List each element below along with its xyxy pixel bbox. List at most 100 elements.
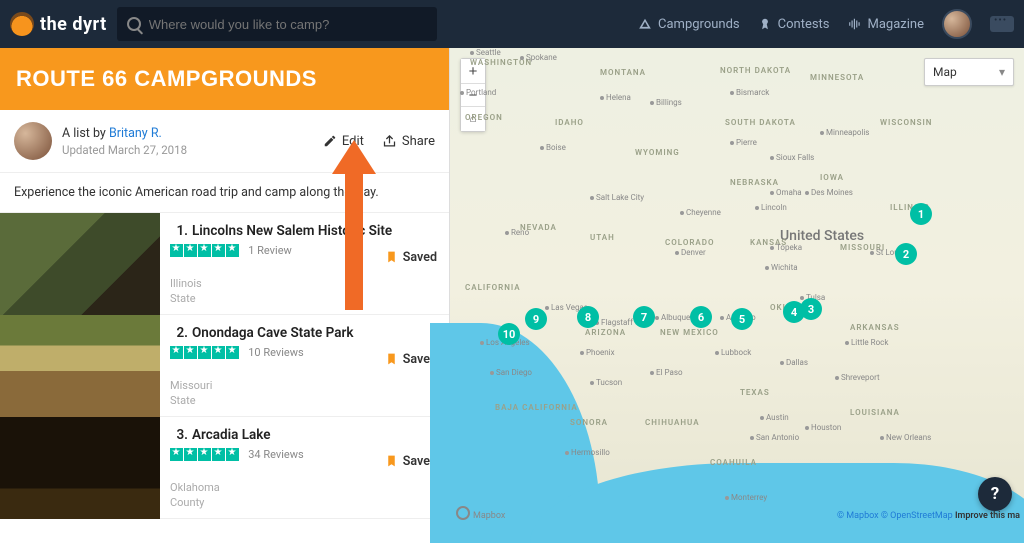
map-pin[interactable]: 8 xyxy=(577,306,599,328)
share-label: Share xyxy=(402,134,435,149)
share-button[interactable]: Share xyxy=(382,134,435,149)
campground-title: 1.Lincolns New Salem Historic Site xyxy=(170,223,439,239)
city-label: Cheyenne xyxy=(680,208,721,217)
pencil-icon xyxy=(323,134,337,148)
city-label: Helena xyxy=(600,93,631,102)
tent-icon xyxy=(638,17,652,31)
edit-button[interactable]: Edit xyxy=(323,134,364,149)
campground-location: OklahomaCounty xyxy=(170,480,439,511)
city-label: Topeka xyxy=(770,243,802,252)
attrib-improve[interactable]: Improve this ma xyxy=(955,511,1020,521)
updated-date: Updated March 27, 2018 xyxy=(62,143,187,157)
ribbon-icon xyxy=(758,17,772,31)
city-label: Seattle xyxy=(470,48,501,57)
sound-icon xyxy=(848,17,862,31)
city-label: Sioux Falls xyxy=(770,153,814,162)
search-input[interactable] xyxy=(149,17,427,32)
state-label: LOUISIANA xyxy=(850,408,900,417)
state-label: COAHUILA xyxy=(710,458,757,467)
state-label: TEXAS xyxy=(740,388,770,397)
list-item[interactable]: 3.Arcadia Lake 34 Reviews OklahomaCounty… xyxy=(0,417,449,519)
city-label: New Orleans xyxy=(880,433,931,442)
city-label: Shreveport xyxy=(835,373,880,382)
list-item[interactable]: 1.Lincolns New Salem Historic Site 1 Rev… xyxy=(0,213,449,315)
map-pin[interactable]: 6 xyxy=(690,306,712,328)
state-label: UTAH xyxy=(590,233,615,242)
city-label: El Paso xyxy=(650,368,683,377)
state-label: MINNESOTA xyxy=(810,73,864,82)
brand-logo[interactable]: the dyrt xyxy=(10,12,107,36)
ocean-shape xyxy=(530,463,1024,543)
nav-contests[interactable]: Contests xyxy=(758,17,830,32)
map-pin[interactable]: 5 xyxy=(731,308,753,330)
city-label: Salt Lake City xyxy=(590,193,644,202)
byline: A list by Britany R. xyxy=(62,126,187,141)
campground-title: 2.Onondaga Cave State Park xyxy=(170,325,439,341)
city-label: Dallas xyxy=(780,358,808,367)
map-pin[interactable]: 10 xyxy=(498,323,520,345)
search-box[interactable] xyxy=(117,7,437,41)
city-label: Spokane xyxy=(520,53,557,62)
brand-name: the dyrt xyxy=(40,14,107,35)
city-label: Wichita xyxy=(765,263,798,272)
stars-icon xyxy=(170,448,239,461)
map-pin[interactable]: 4 xyxy=(783,301,805,323)
city-label: Billings xyxy=(650,98,682,107)
state-label: WYOMING xyxy=(635,148,680,157)
nav-contests-label: Contests xyxy=(778,17,830,32)
city-label: Bismarck xyxy=(730,88,769,97)
city-label: Lubbock xyxy=(715,348,751,357)
city-label: Phoenix xyxy=(580,348,615,357)
city-label: Des Moines xyxy=(805,188,853,197)
city-label: Omaha xyxy=(770,188,802,197)
state-label: NEBRASKA xyxy=(730,178,779,187)
review-count: 34 Reviews xyxy=(248,448,303,461)
nav-campgrounds[interactable]: Campgrounds xyxy=(638,17,740,32)
campground-thumb xyxy=(0,417,160,519)
map-type-select[interactable]: Map xyxy=(924,58,1014,86)
city-label: Monterrey xyxy=(725,493,767,502)
state-label: WISCONSIN xyxy=(880,118,932,127)
city-label: Houston xyxy=(805,423,841,432)
author-link[interactable]: Britany R. xyxy=(109,126,162,141)
city-label: Flagstaff xyxy=(595,318,633,327)
help-button[interactable]: ? xyxy=(978,477,1012,511)
map-pin[interactable]: 9 xyxy=(525,308,547,330)
chat-icon[interactable] xyxy=(990,16,1014,32)
state-label: NEW MEXICO xyxy=(660,328,719,337)
map-panel[interactable]: United States + − ⌂ Map ? Mapbox © Mapbo… xyxy=(450,48,1024,523)
state-label: BAJA CALIFORNIA xyxy=(495,403,578,412)
city-label: Minneapolis xyxy=(820,128,869,137)
edit-label: Edit xyxy=(342,134,364,149)
top-bar: the dyrt Campgrounds Contests Magazine xyxy=(0,0,1024,48)
page-title: ROUTE 66 CAMPGROUNDS xyxy=(0,48,449,110)
city-label: San Antonio xyxy=(750,433,799,442)
bookmark-icon xyxy=(385,249,398,265)
country-label: United States xyxy=(780,228,864,244)
state-label: IOWA xyxy=(820,173,844,182)
map-pin[interactable]: 2 xyxy=(895,243,917,265)
attrib-osm[interactable]: © OpenStreetMap xyxy=(881,511,953,521)
city-label: San Diego xyxy=(490,368,532,377)
state-label: CHIHUAHUA xyxy=(645,418,700,427)
attrib-mapbox[interactable]: © Mapbox xyxy=(837,511,879,521)
logo-icon xyxy=(10,12,34,36)
list-meta: A list by Britany R. Updated March 27, 2… xyxy=(0,110,449,173)
city-label: Hermosillo xyxy=(565,448,610,457)
author-avatar[interactable] xyxy=(14,122,52,160)
user-avatar[interactable] xyxy=(942,9,972,39)
city-label: Boise xyxy=(540,143,566,152)
state-label: ARKANSAS xyxy=(850,323,900,332)
list-item[interactable]: 2.Onondaga Cave State Park 10 Reviews Mi… xyxy=(0,315,449,417)
map-pin[interactable]: 1 xyxy=(910,203,932,225)
state-label: MONTANA xyxy=(600,68,646,77)
left-panel: ROUTE 66 CAMPGROUNDS A list by Britany R… xyxy=(0,48,450,523)
city-label: Reno xyxy=(505,228,529,237)
map-pin[interactable]: 7 xyxy=(633,306,655,328)
saved-badge[interactable]: Saved xyxy=(385,249,437,265)
campground-title: 3.Arcadia Lake xyxy=(170,427,439,443)
nav-campgrounds-label: Campgrounds xyxy=(658,17,740,32)
review-count: 1 Review xyxy=(248,244,292,257)
nav-magazine[interactable]: Magazine xyxy=(848,17,924,32)
city-label: Lincoln xyxy=(755,203,787,212)
